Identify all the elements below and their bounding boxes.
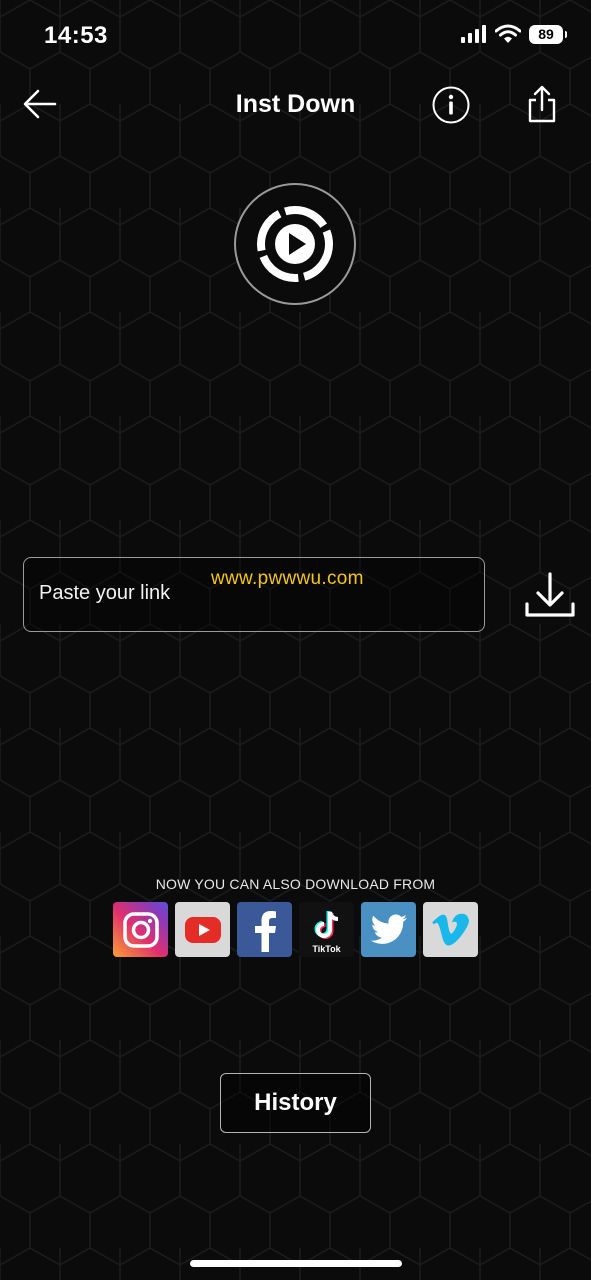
play-logo-icon	[257, 206, 333, 282]
youtube-icon	[175, 902, 230, 957]
sources-row: TikTok	[113, 902, 478, 957]
page-title: Inst Down	[235, 90, 356, 118]
facebook-icon	[237, 902, 292, 957]
download-icon[interactable]	[524, 570, 576, 620]
history-button[interactable]: History	[220, 1073, 371, 1133]
share-icon[interactable]	[524, 84, 560, 124]
info-icon[interactable]	[432, 86, 470, 124]
status-time: 14:53	[44, 22, 108, 49]
signal-icon	[461, 25, 486, 43]
home-indicator[interactable]	[190, 1260, 402, 1267]
instagram-icon	[113, 902, 168, 957]
twitter-icon	[361, 902, 416, 957]
app-logo	[234, 183, 356, 305]
tiktok-label: TikTok	[312, 944, 341, 954]
watermark-text: www.pwwwu.com	[211, 568, 364, 589]
app-screen: 14:53 89 Inst Down Paste your link www.p…	[0, 0, 591, 1280]
sources-title: NOW YOU CAN ALSO DOWNLOAD FROM	[155, 876, 436, 892]
vimeo-icon	[423, 902, 478, 957]
link-input-placeholder: Paste your link	[39, 582, 171, 604]
battery-indicator: 89	[529, 24, 567, 44]
wifi-icon	[495, 24, 521, 43]
status-indicators: 89	[461, 24, 567, 44]
tiktok-icon: TikTok	[299, 902, 354, 957]
